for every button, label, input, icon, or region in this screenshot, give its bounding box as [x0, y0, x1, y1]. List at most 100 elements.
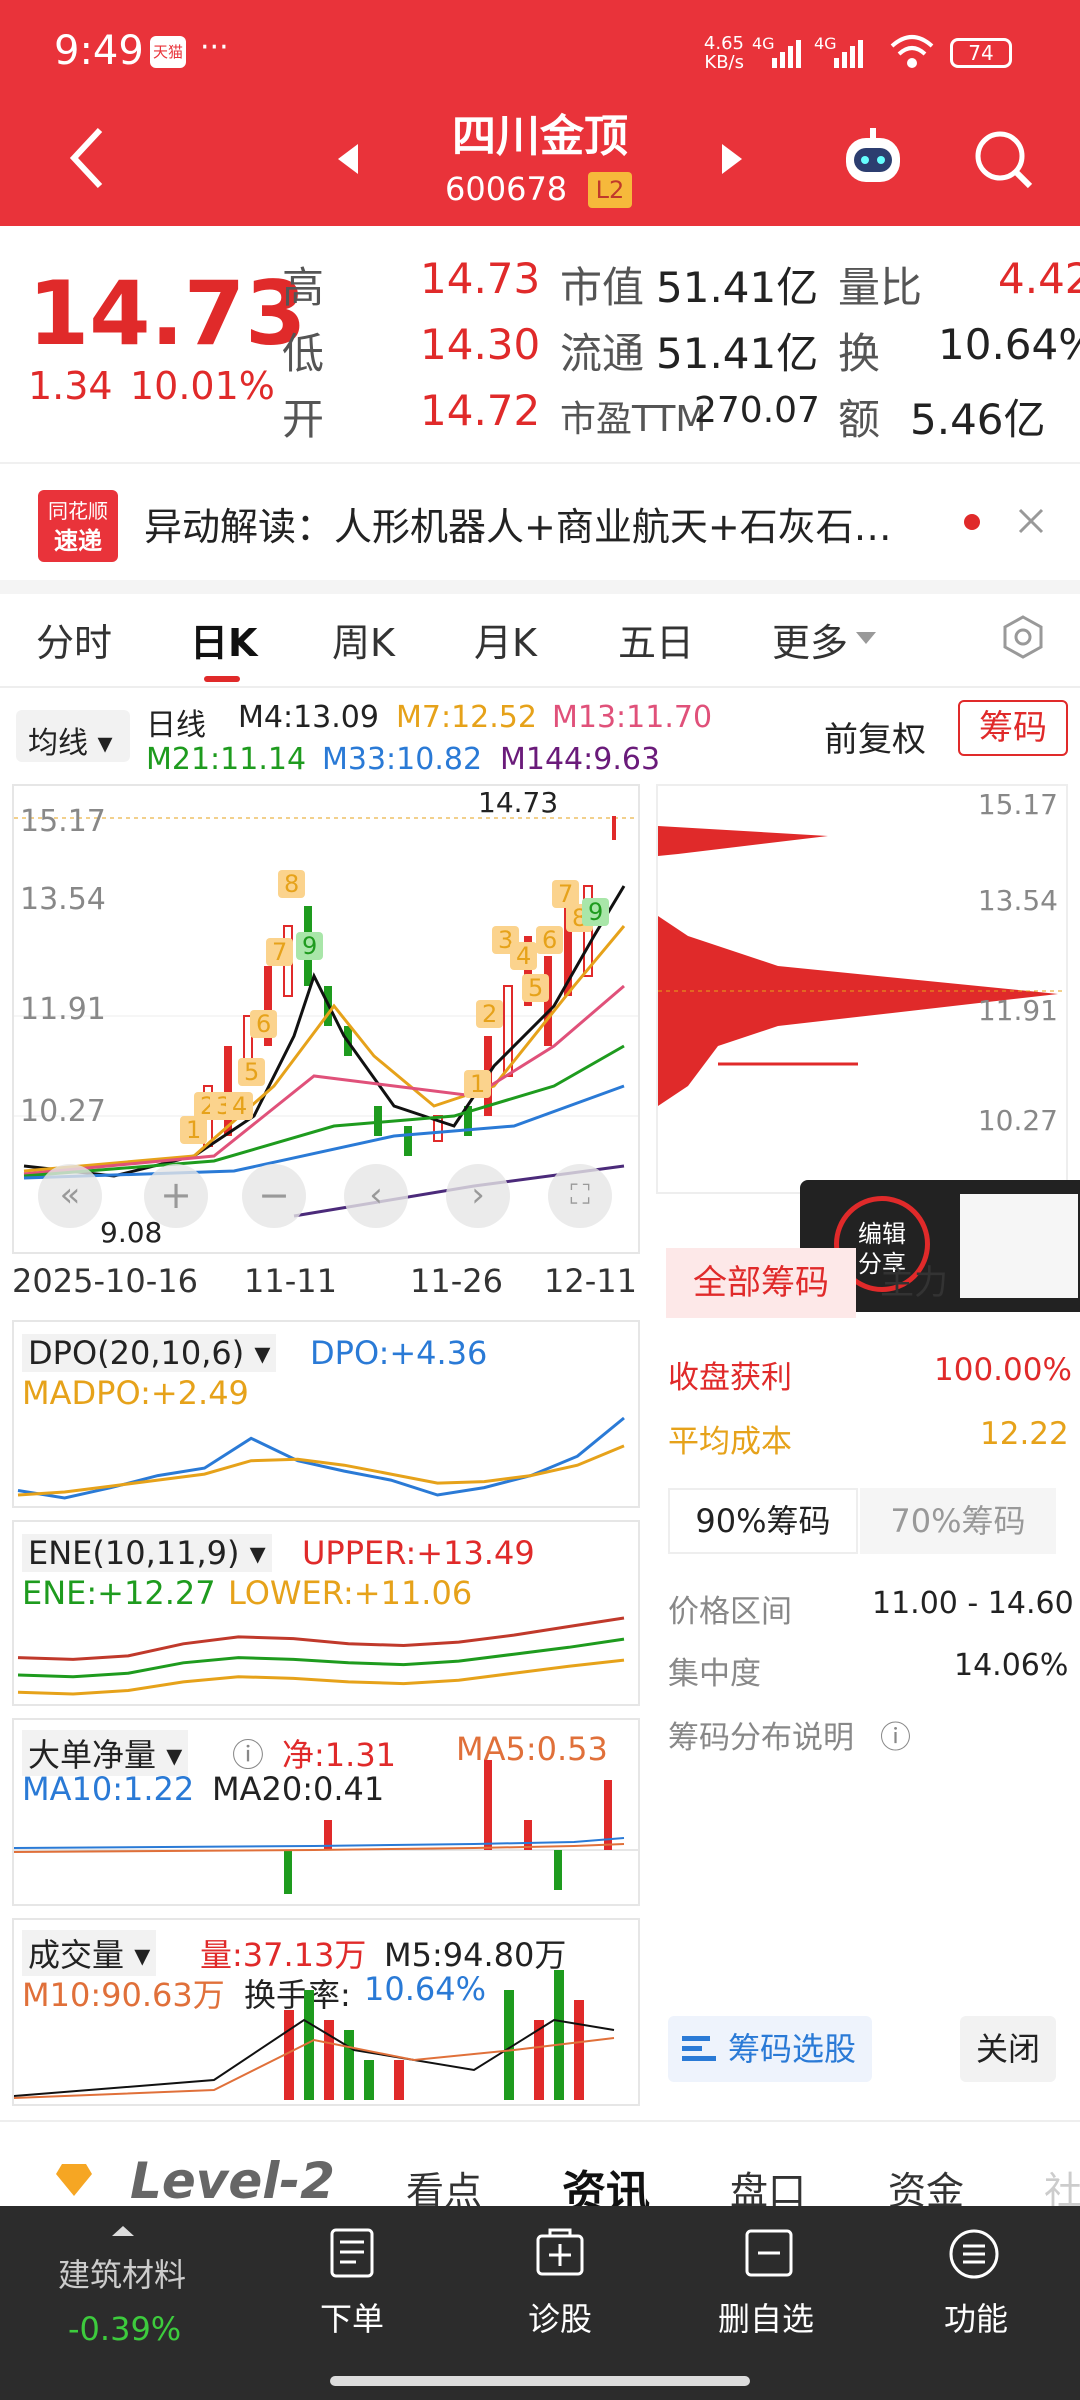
concentration-label: 集中度	[668, 1656, 761, 1692]
td-marker: 1	[464, 1070, 492, 1098]
chip-distribution: 15.17 13.54 11.91 10.27	[656, 784, 1068, 1194]
more-dropdown-icon[interactable]	[854, 630, 878, 646]
range-label: 价格区间	[668, 1594, 792, 1630]
pe-value: 270.07	[694, 390, 820, 431]
chips-tab-all[interactable]: 全部筹码	[666, 1248, 856, 1318]
next-stock-icon[interactable]	[720, 142, 744, 176]
home-indicator[interactable]	[330, 2376, 750, 2386]
turnover-label: 换	[838, 329, 881, 378]
td-marker: 5	[522, 974, 550, 1002]
kline-y-2: 13.54	[20, 882, 106, 917]
remove-watchlist-icon	[745, 2229, 793, 2277]
adjust-mode[interactable]: 前复权	[824, 712, 926, 761]
chip-y-3: 11.91	[977, 994, 1058, 1027]
date-3: 11-26	[410, 1262, 503, 1300]
profit-value: 100.00%	[934, 1352, 1072, 1388]
news-logo: 同花顺 速递	[38, 490, 118, 562]
amount-value: 5.46亿	[910, 395, 1046, 444]
chip-y-2: 13.54	[977, 884, 1058, 917]
ma-period: 日线	[146, 708, 206, 743]
tab-indicator	[204, 676, 240, 682]
ma-selector[interactable]: 均线 ▾	[16, 710, 130, 762]
battery-icon: 74	[950, 38, 1012, 68]
chip-explain-link[interactable]: 筹码分布说明	[668, 1712, 854, 1757]
low-label: 低	[282, 329, 325, 378]
news-headline[interactable]: 异动解读：人形机器人+商业航天+石灰石…	[144, 496, 954, 551]
low-value: 14.30	[420, 320, 541, 369]
turnover-value: 10.64%	[938, 320, 1080, 369]
td-marker: 6	[250, 1010, 278, 1038]
bottom-nav: 建筑材料 -0.39% 下单 诊股 删自选 功能	[0, 2206, 1080, 2400]
td-marker: 7	[266, 938, 294, 966]
close-chips-button[interactable]: 关闭	[960, 2016, 1056, 2082]
tab-more[interactable]: 更多	[772, 612, 848, 667]
scroll-left-icon[interactable]: ‹	[344, 1164, 408, 1228]
open-label: 开	[282, 395, 325, 444]
zoom-out-icon[interactable]: −	[242, 1164, 306, 1228]
kline-chart[interactable]: 15.17 13.54 11.91 10.27 14.73 9.08 1 2 3…	[12, 784, 640, 1254]
sector-name[interactable]: 建筑材料	[58, 2250, 186, 2296]
dpo-panel[interactable]: DPO(20,10,6) ▾ DPO:+4.36 MADPO:+2.49	[12, 1320, 640, 1508]
chips-tab-main[interactable]: 主力	[880, 1248, 950, 1318]
kline-y-4: 10.27	[20, 1094, 106, 1129]
zoom-in-icon[interactable]: +	[144, 1164, 208, 1228]
open-value: 14.72	[420, 386, 541, 435]
expand-up-icon[interactable]	[110, 2224, 136, 2238]
tab-five-day[interactable]: 五日	[618, 612, 694, 667]
level2-label[interactable]: Level-2	[130, 2152, 335, 2210]
chip-y-1: 15.17	[977, 788, 1058, 821]
kline-svg	[14, 816, 638, 1218]
settings-icon[interactable]	[1000, 614, 1046, 660]
float-value: 51.41亿	[656, 329, 819, 378]
chip-y-4: 10.27	[977, 1104, 1058, 1137]
nav-remove-watchlist[interactable]: 删自选	[718, 2294, 814, 2340]
ma-m13: M13:11.70	[552, 700, 713, 735]
sector-change: -0.39%	[68, 2310, 182, 2348]
robot-assistant-icon[interactable]	[838, 124, 908, 194]
last-price: 14.73	[28, 262, 307, 365]
chips-button[interactable]: 筹码	[958, 700, 1068, 756]
close-icon[interactable]	[1016, 506, 1046, 536]
low-marker-label: 9.08	[100, 1216, 163, 1249]
td-marker: 9	[296, 932, 324, 960]
volume-bars	[14, 1970, 615, 2100]
diagnose-icon	[536, 2228, 584, 2276]
pe-label: 市盈TTM	[560, 399, 707, 440]
menu-icon	[949, 2229, 999, 2279]
diamond-icon	[56, 2164, 92, 2196]
back-icon[interactable]	[66, 126, 106, 190]
tab-70-chips[interactable]: 70%筹码	[860, 1488, 1056, 1554]
scroll-right-icon[interactable]: ›	[446, 1164, 510, 1228]
tab-daily-k[interactable]: 日K	[190, 612, 257, 667]
nav-functions[interactable]: 功能	[944, 2294, 1008, 2340]
nav-place-order[interactable]: 下单	[320, 2294, 384, 2340]
prev-stock-icon[interactable]	[336, 142, 360, 176]
tab-timeshare[interactable]: 分时	[36, 612, 112, 667]
date-1: 2025-10-16	[12, 1262, 198, 1300]
td-marker: 2	[476, 1000, 504, 1028]
tab-monthly-k[interactable]: 月K	[474, 612, 537, 667]
tab-weekly-k[interactable]: 周K	[332, 612, 395, 667]
net-speed: 4.65 KB/s	[703, 33, 744, 73]
status-dots: ···	[200, 30, 229, 65]
candles	[203, 816, 616, 1156]
td-marker: 6	[536, 926, 564, 954]
volume-panel[interactable]: 成交量 ▾ 量:37.13万 M5:94.80万 M10:90.63万 换手率:…	[12, 1918, 640, 2106]
tab-90-chips[interactable]: 90%筹码	[668, 1488, 858, 1554]
high-marker-label: 14.73	[478, 786, 559, 819]
zoom-out-far-icon[interactable]: «	[38, 1164, 102, 1228]
ma-m144: M144:9.63	[500, 742, 661, 777]
big-order-panel[interactable]: 大单净量 ▾ ⓘ 净:1.31 MA5:0.53 MA10:1.22 MA20:…	[12, 1718, 640, 1906]
search-icon[interactable]	[970, 126, 1036, 192]
signal-icon-2	[834, 40, 863, 68]
fullscreen-icon[interactable]: ⛶	[548, 1164, 612, 1228]
ene-panel[interactable]: ENE(10,11,9) ▾ UPPER:+13.49 ENE:+12.27 L…	[12, 1520, 640, 1706]
volratio-label: 量比	[838, 263, 923, 312]
status-time: 9:49	[54, 28, 144, 74]
help-icon[interactable]: ⓘ	[880, 1712, 911, 1757]
high-label: 高	[282, 263, 325, 312]
nav-diagnose[interactable]: 诊股	[528, 2294, 592, 2340]
mktcap-value: 51.41亿	[656, 263, 819, 312]
price-change: 1.34	[28, 364, 113, 408]
volratio-value: 4.42	[998, 254, 1080, 303]
